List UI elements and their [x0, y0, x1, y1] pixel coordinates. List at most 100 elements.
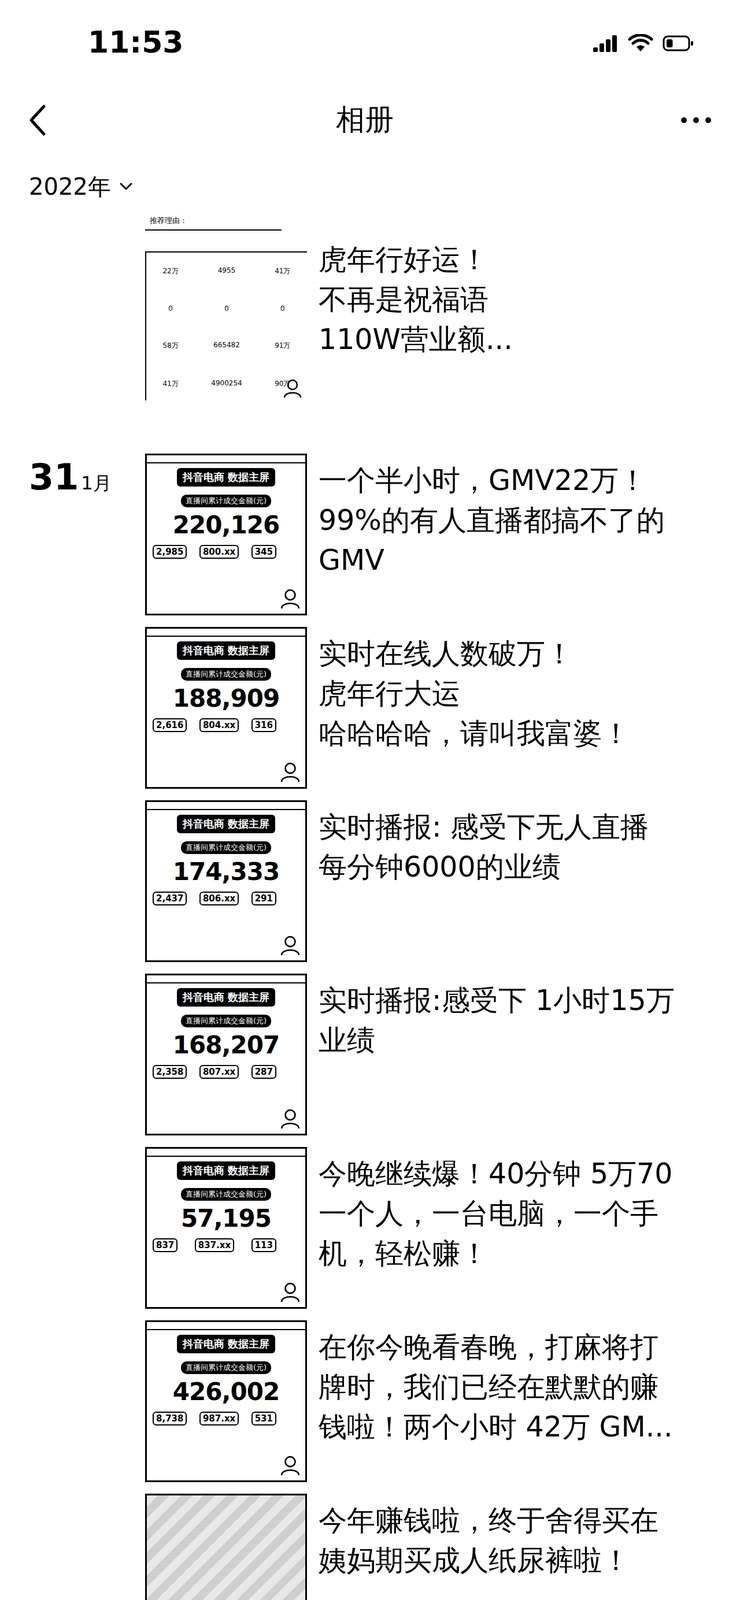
- dashboard-stats: 2,358807.xx287: [146, 1059, 306, 1080]
- url-strip: [146, 457, 306, 464]
- caption-line: 每分钟6000的业绩: [318, 847, 649, 888]
- dashboard-label: 直播间累计成交金额(元): [180, 1188, 272, 1202]
- url-strip: [146, 1151, 306, 1158]
- table-row: 41万490025490万: [146, 379, 307, 390]
- dashboard-stat: 837: [152, 1238, 178, 1253]
- caption-line: 虎年行好运！: [318, 239, 513, 280]
- table-cell: 0: [194, 304, 259, 313]
- table-cell: 0: [258, 304, 307, 313]
- dashboard-stats: 8,738987.xx531: [146, 1406, 306, 1427]
- post-date: [28, 209, 146, 401]
- table-row: 58万66548291万: [146, 341, 307, 351]
- dashboard-stats: 2,437806.xx291: [146, 886, 306, 906]
- caption-line: 一个人，一台电脑，一个手: [318, 1194, 673, 1235]
- album-post[interactable]: 抖音电商 数据主屏 直播间累计成交金额(元) 188,909 2,616804.…: [145, 627, 740, 790]
- table-cell: 0: [146, 304, 195, 313]
- dashboard-header: 抖音电商 数据主屏: [176, 641, 276, 661]
- table-cell: 90万: [258, 379, 307, 390]
- url-strip: [146, 978, 306, 984]
- album-post[interactable]: 今年赚钱啦，终于舍得买在姨妈期买成人纸尿裤啦！: [145, 1494, 740, 1600]
- status-time: 11:53: [87, 24, 184, 60]
- nav-bar: 相册: [0, 86, 740, 154]
- dashboard-stat: 8,738: [152, 1412, 187, 1427]
- post-thumbnail[interactable]: 抖音电商 数据主屏 直播间累计成交金额(元) 220,126 2,985800.…: [145, 453, 307, 616]
- battery-icon: [662, 34, 695, 53]
- dashboard-stats: 2,985800.xx345: [146, 539, 306, 560]
- dashboard-stat: 2,616: [152, 718, 187, 733]
- caption-line: 实时在线人数破万！: [318, 634, 631, 675]
- year-filter[interactable]: 2022年: [0, 153, 740, 205]
- dashboard-value: 188,909: [172, 684, 280, 713]
- signal-icon: [593, 34, 619, 53]
- person-icon: [279, 935, 301, 957]
- person-icon: [279, 1108, 301, 1130]
- dashboard-header: 抖音电商 数据主屏: [176, 1162, 276, 1181]
- table-cell: 22万: [146, 266, 195, 277]
- status-icons: [593, 34, 695, 53]
- post-caption[interactable]: 虎年行好运！不再是祝福语110W营业额...: [318, 209, 513, 360]
- dashboard-stat: 2,358: [152, 1065, 187, 1080]
- post-caption[interactable]: 一个半小时，GMV22万！99%的有人直播都搞不了的GMV: [318, 453, 665, 581]
- caption-line: 机，轻松赚！: [318, 1234, 673, 1275]
- post-caption[interactable]: 实时播报:感受下 1小时15万业绩: [318, 974, 675, 1061]
- caption-line: 哈哈哈哈，请叫我富婆！: [318, 713, 631, 754]
- album-post[interactable]: 推荐理由： 22万495541万00058万66548291万41万490025…: [145, 209, 740, 401]
- post-caption[interactable]: 实时在线人数破万！虎年行大运哈哈哈哈，请叫我富婆！: [318, 627, 631, 754]
- caption-line: 钱啦！两个小时 42万 GM...: [318, 1407, 673, 1448]
- album-post[interactable]: 抖音电商 数据主屏 直播间累计成交金额(元) 57,195 837 837.xx 1…: [145, 1147, 740, 1310]
- caption-line: 实时播报: 感受下无人直播: [318, 807, 649, 848]
- person-icon: [279, 761, 301, 783]
- post-caption[interactable]: 在你今晚看春晚，打麻将打牌时，我们已经在默默的赚钱啦！两个小时 42万 GM..…: [318, 1321, 673, 1448]
- dashboard-stat: 800.xx: [199, 545, 239, 560]
- dashboard-stat: 113: [251, 1238, 277, 1253]
- album-post[interactable]: 抖音电商 数据主屏 直播间累计成交金额(元) 174,333 2,437806.…: [145, 800, 740, 963]
- caption-line: 牌时，我们已经在默默的赚: [318, 1367, 673, 1408]
- album-post[interactable]: 抖音电商 数据主屏 直播间累计成交金额(元) 168,207 2,358807.…: [145, 974, 740, 1137]
- dashboard-stats: 837 837.xx 113: [146, 1233, 306, 1253]
- dashboard-stat: 345: [251, 545, 277, 560]
- dashboard-label: 直播间累计成交金额(元): [180, 494, 272, 508]
- dashboard-value: 174,333: [172, 857, 280, 887]
- caption-line: 今晚继续爆！40分钟 5万70: [318, 1154, 673, 1195]
- year-label[interactable]: 2022年: [28, 171, 111, 203]
- caption-line: 姨妈期买成人纸尿裤啦！: [318, 1541, 659, 1582]
- table-cell: 41万: [258, 266, 307, 277]
- date-month: 1月: [80, 471, 111, 497]
- chevron-down-icon[interactable]: [119, 182, 133, 192]
- table-row: 000: [146, 304, 307, 313]
- more-icon[interactable]: [679, 116, 713, 125]
- table-note: 推荐理由：: [145, 209, 282, 231]
- post-thumbnail[interactable]: 抖音电商 数据主屏 直播间累计成交金额(元) 174,333 2,437806.…: [145, 800, 307, 963]
- caption-line: 实时播报:感受下 1小时15万: [318, 981, 675, 1021]
- album-post[interactable]: 抖音电商 数据主屏 直播间累计成交金额(元) 426,002 8,738987.…: [145, 1321, 740, 1483]
- table-cell: 4955: [194, 266, 259, 277]
- post-thumbnail[interactable]: 抖音电商 数据主屏 直播间累计成交金额(元) 57,195 837 837.xx 1…: [145, 1147, 307, 1310]
- post-caption[interactable]: 今年赚钱啦，终于舍得买在姨妈期买成人纸尿裤啦！: [318, 1494, 659, 1582]
- dashboard-label: 直播间累计成交金额(元): [180, 1015, 272, 1028]
- post-thumbnail[interactable]: 抖音电商 数据主屏 直播间累计成交金额(元) 188,909 2,616804.…: [145, 627, 307, 790]
- post-thumbnail[interactable]: 抖音电商 数据主屏 直播间累计成交金额(元) 168,207 2,358807.…: [145, 974, 307, 1137]
- post-caption[interactable]: 今晚继续爆！40分钟 5万70一个人，一台电脑，一个手机，轻松赚！: [318, 1147, 673, 1275]
- dashboard-header: 抖音电商 数据主屏: [176, 815, 276, 834]
- dashboard-value: 426,002: [172, 1378, 280, 1407]
- caption-line: 业绩: [318, 1020, 675, 1061]
- dashboard-header: 抖音电商 数据主屏: [176, 1335, 276, 1354]
- person-icon: [279, 588, 301, 610]
- caption-line: 110W营业额...: [318, 319, 513, 360]
- post-photo[interactable]: [145, 1494, 307, 1600]
- dashboard-stat: 837.xx: [194, 1238, 235, 1253]
- caption-line: 99%的有人直播都搞不了的: [318, 500, 665, 541]
- post-date: 31 1月: [28, 453, 146, 1600]
- post-thumbnail[interactable]: 抖音电商 数据主屏 直播间累计成交金额(元) 426,002 8,738987.…: [145, 1321, 307, 1483]
- dashboard-stat: 2,437: [152, 892, 187, 906]
- post-thumbnail[interactable]: 推荐理由： 22万495541万00058万66548291万41万490025…: [145, 209, 307, 401]
- date-group: 推荐理由： 22万495541万00058万66548291万41万490025…: [0, 209, 740, 401]
- dashboard-stat: 291: [251, 892, 277, 906]
- post-caption[interactable]: 实时播报: 感受下无人直播每分钟6000的业绩: [318, 800, 649, 888]
- back-icon[interactable]: [26, 104, 50, 137]
- dashboard-header: 抖音电商 数据主屏: [176, 468, 276, 487]
- dashboard-stats: 2,616804.xx316: [146, 712, 306, 733]
- person-icon: [279, 1455, 301, 1477]
- album-post[interactable]: 抖音电商 数据主屏 直播间累计成交金额(元) 220,126 2,985800.…: [145, 453, 740, 616]
- dashboard-value: 57,195: [180, 1204, 272, 1234]
